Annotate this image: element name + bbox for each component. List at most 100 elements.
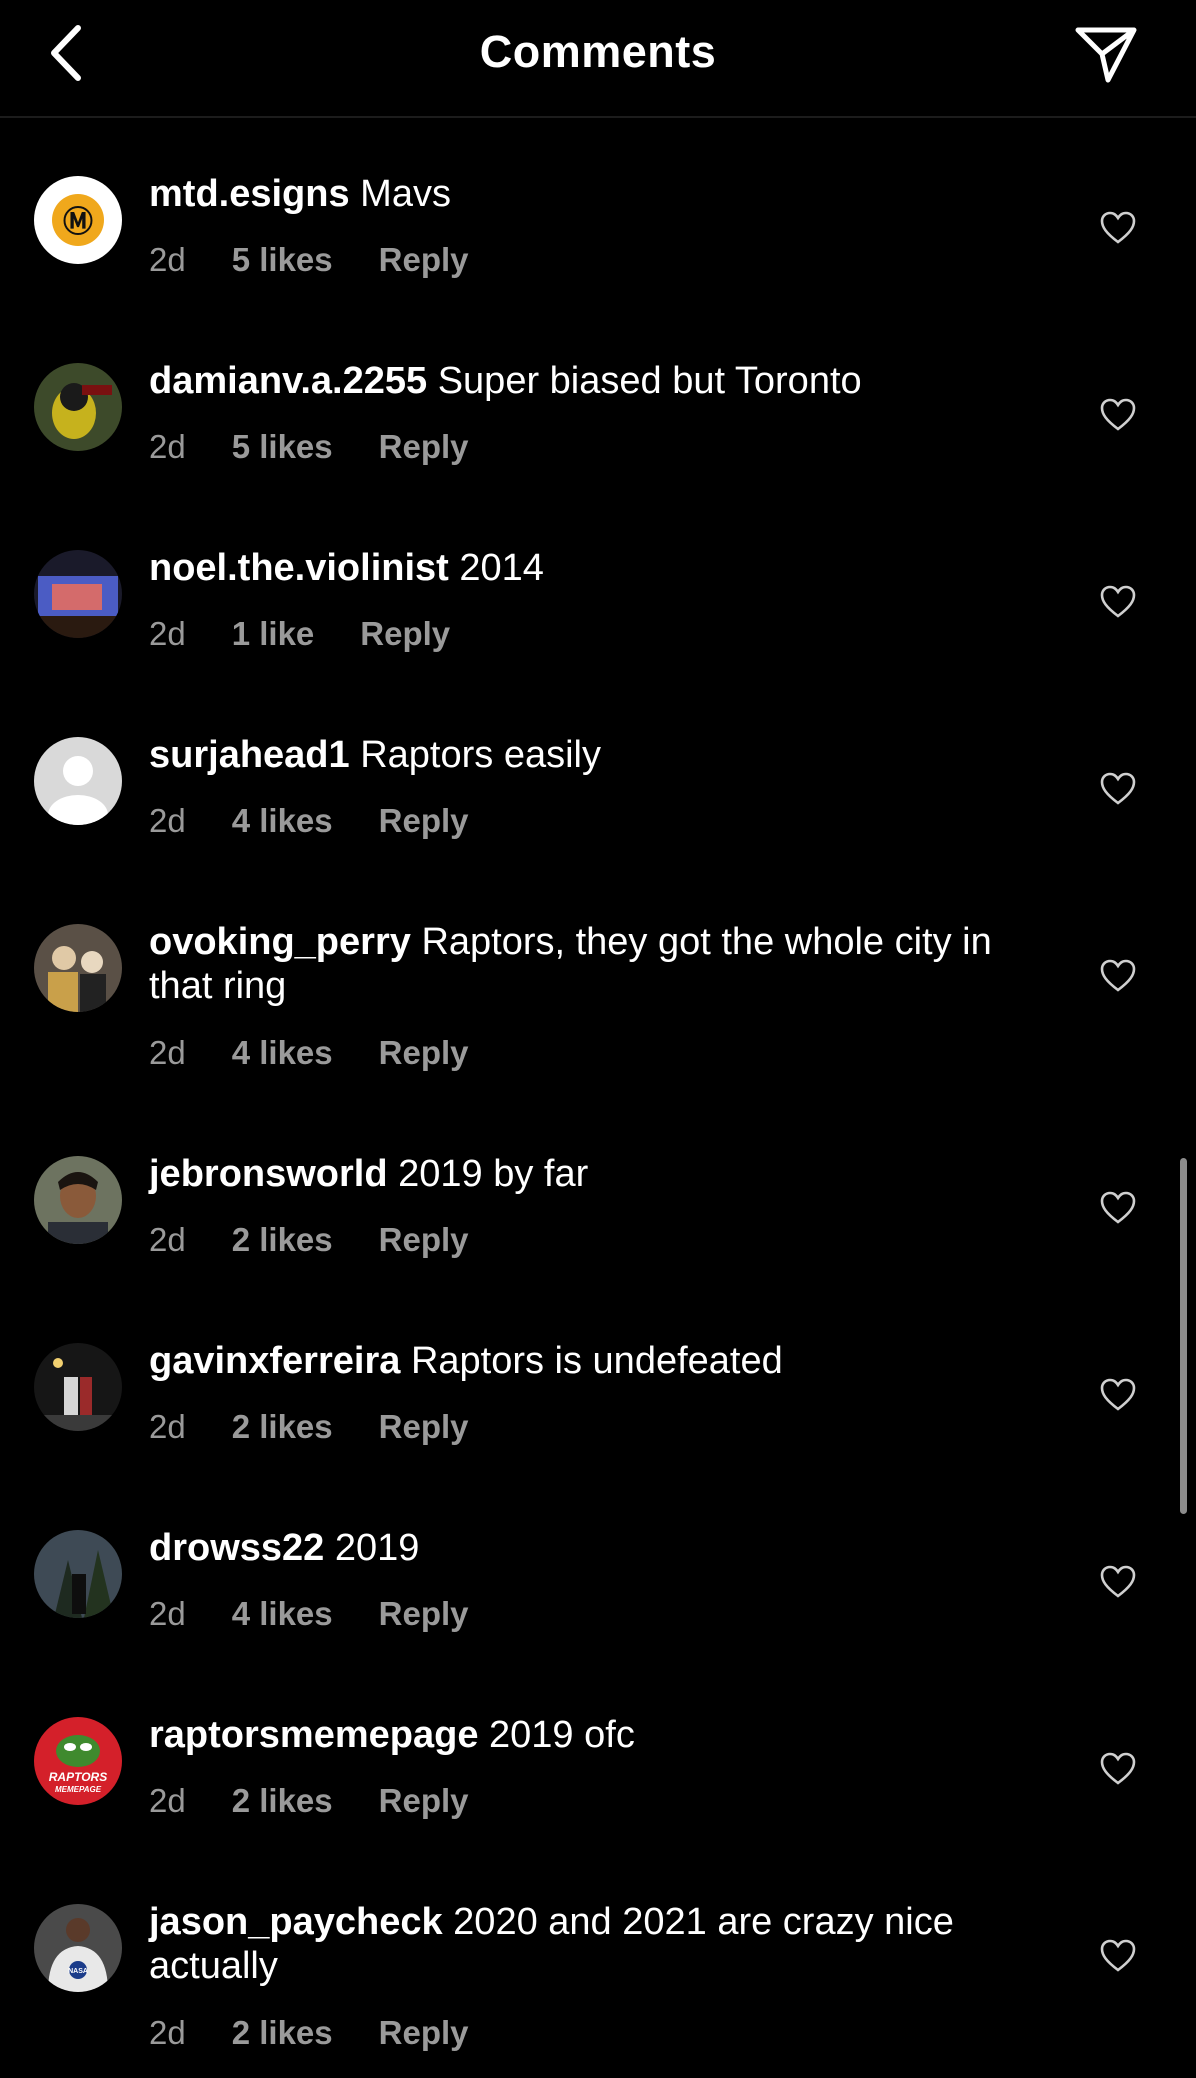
reply-button[interactable]: Reply [379,1408,469,1446]
comment-body: 2019 [334,1527,420,1569]
heart-icon[interactable] [1100,959,1136,993]
avatar[interactable] [34,550,122,638]
like-count[interactable]: 5 likes [232,428,333,466]
comment-time: 2d [149,1034,186,1071]
comment-body: Raptors easily [360,734,601,776]
comment-username[interactable]: jason_paycheck [149,1901,443,1943]
page-title: Comments [479,26,717,77]
comment-username[interactable]: noel.the.violinist [149,547,449,589]
avatar[interactable] [34,363,122,451]
comment-text: surjahead1 Raptors easily [149,733,1029,777]
comment-text: noel.the.violinist 2014 [149,546,1029,590]
comment-time: 2d [149,428,186,465]
comment-time: 2d [149,1595,186,1632]
comment-meta: 2d 2 likes Reply [149,1408,469,1446]
comment-username[interactable]: damianv.a.2255 [149,360,427,402]
heart-icon[interactable] [1100,1752,1136,1786]
comment-text: gavinxferreira Raptors is undefeated [149,1339,1029,1383]
scrollbar[interactable] [1180,1158,1187,1514]
heart-icon[interactable] [1100,772,1136,806]
comment-text: drowss22 2019 [149,1526,1029,1570]
comment-time: 2d [149,1782,186,1819]
header-bar: Comments [0,0,1196,118]
avatar[interactable] [34,1343,122,1431]
comment-item: gavinxferreira Raptors is undefeated 2d 2… [0,1285,1196,1472]
like-count[interactable]: 2 likes [232,1221,333,1259]
comment-body: 2019 by far [398,1153,589,1195]
comment-time: 2d [149,1221,186,1258]
comment-meta: 2d 1 like Reply [149,615,450,653]
comment-item: NASA jason_paycheck 2020 and 2021 are cr… [0,1846,1196,2078]
like-count[interactable]: 1 like [232,615,315,653]
svg-text:Ⓜ: Ⓜ [63,206,93,239]
comment-username[interactable]: ovoking_perry [149,921,411,963]
comment-meta: 2d 2 likes Reply [149,1782,469,1820]
comment-time: 2d [149,615,186,652]
comment-item: noel.the.violinist 2014 2d 1 like Reply [0,492,1196,679]
like-count[interactable]: 2 likes [232,1408,333,1446]
like-count[interactable]: 5 likes [232,241,333,279]
reply-button[interactable]: Reply [379,2014,469,2052]
comment-item: ovoking_perry Raptors, they got the whol… [0,866,1196,1098]
avatar-text: RAPTORS [49,1770,107,1784]
avatar[interactable]: RAPTORS MEMEPAGE [34,1717,122,1805]
avatar[interactable]: Ⓜ [34,176,122,264]
heart-icon[interactable] [1100,1565,1136,1599]
comment-text: raptorsmemepage 2019 ofc [149,1713,1029,1757]
avatar[interactable]: NASA [34,1904,122,1992]
comment-item: surjahead1 Raptors easily 2d 4 likes Reply [0,679,1196,866]
paper-plane-icon[interactable] [1074,24,1138,84]
avatar[interactable] [34,1156,122,1244]
comment-time: 2d [149,241,186,278]
comment-text: jason_paycheck 2020 and 2021 are crazy n… [149,1900,1029,1988]
avatar[interactable] [34,924,122,1012]
reply-button[interactable]: Reply [379,802,469,840]
heart-icon[interactable] [1100,1378,1136,1412]
comment-username[interactable]: jebronsworld [149,1153,388,1195]
heart-icon[interactable] [1100,211,1136,245]
reply-button[interactable]: Reply [379,1034,469,1072]
heart-icon[interactable] [1100,1191,1136,1225]
reply-button[interactable]: Reply [360,615,450,653]
comment-body: 2019 ofc [489,1714,635,1756]
comment-username[interactable]: gavinxferreira [149,1340,400,1382]
comment-username[interactable]: mtd.esigns [149,173,350,215]
comment-list: Ⓜ mtd.esigns Mavs 2d 5 likes Reply damianv… [0,118,1196,2078]
comment-username[interactable]: raptorsmemepage [149,1714,478,1756]
reply-button[interactable]: Reply [379,428,469,466]
comment-meta: 2d 5 likes Reply [149,428,469,466]
comment-meta: 2d 4 likes Reply [149,802,469,840]
avatar[interactable] [34,737,122,825]
comment-time: 2d [149,1408,186,1445]
heart-icon[interactable] [1100,1939,1136,1973]
comment-text: jebronsworld 2019 by far [149,1152,1029,1196]
reply-button[interactable]: Reply [379,1595,469,1633]
like-count[interactable]: 2 likes [232,2014,333,2052]
comment-item: jebronsworld 2019 by far 2d 2 likes Reply [0,1098,1196,1285]
heart-icon[interactable] [1100,398,1136,432]
comment-body: 2014 [459,547,544,589]
avatar[interactable] [34,1530,122,1618]
reply-button[interactable]: Reply [379,1782,469,1820]
reply-button[interactable]: Reply [379,241,469,279]
comment-text: damianv.a.2255 Super biased but Toronto [149,359,1029,403]
like-count[interactable]: 2 likes [232,1782,333,1820]
reply-button[interactable]: Reply [379,1221,469,1259]
comment-text: mtd.esigns Mavs [149,172,1029,216]
comment-item: Ⓜ mtd.esigns Mavs 2d 5 likes Reply [0,118,1196,305]
like-count[interactable]: 4 likes [232,802,333,840]
like-count[interactable]: 4 likes [232,1595,333,1633]
comment-meta: 2d 4 likes Reply [149,1034,469,1072]
comment-meta: 2d 2 likes Reply [149,1221,469,1259]
comment-username[interactable]: drowss22 [149,1527,324,1569]
like-count[interactable]: 4 likes [232,1034,333,1072]
comment-time: 2d [149,2014,186,2051]
heart-icon[interactable] [1100,585,1136,619]
comment-meta: 2d 2 likes Reply [149,2014,469,2052]
comment-item: drowss22 2019 2d 4 likes Reply [0,1472,1196,1659]
comment-meta: 2d 4 likes Reply [149,1595,469,1633]
comment-username[interactable]: surjahead1 [149,734,350,776]
avatar-text: NASA [68,1968,88,1975]
comment-body: Mavs [360,173,451,215]
comment-body: Super biased but Toronto [437,360,862,402]
